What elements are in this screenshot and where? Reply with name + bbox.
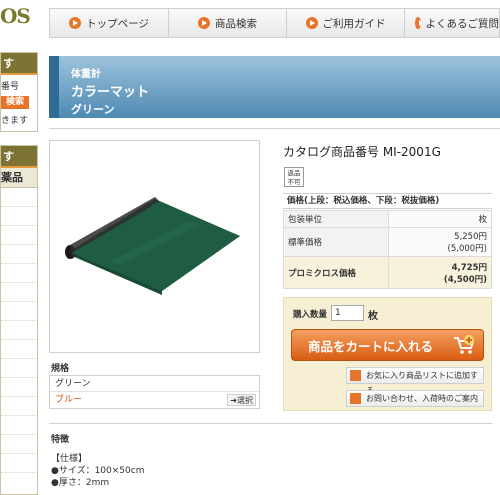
sidebar-category-item[interactable] [1,340,37,359]
nav-product-search[interactable]: 商品検索 [168,8,286,38]
sidebar-category-item[interactable] [1,359,37,378]
price-value-sub: (4,500円) [443,274,487,285]
site-logo[interactable]: OS [0,4,31,28]
quantity-label: 購入数量 [293,310,328,320]
no-return-badge: 返品 不可 [284,167,304,187]
green-mat-image [65,197,240,295]
inquiry-button[interactable]: お問い合わせ、入荷時のご案内 [346,390,484,407]
price-label: 包装単位 [283,210,389,228]
product-image[interactable] [49,140,260,353]
badge-line-2: 不可 [287,177,301,186]
nav-faq[interactable]: よくあるご質問 [404,8,500,38]
sidebar-search-box: す 番号 検索 きます [0,52,38,132]
add-favorite-button[interactable]: お気に入り商品リストに追加する [346,367,484,395]
sidebar-search-head: す [1,53,37,75]
select-button-label: 選択 [237,396,253,405]
product-name: カラーマット [71,85,150,100]
sidebar-category-head: す [1,146,37,168]
spec-label: 規格 [51,364,70,374]
sidebar-category-item[interactable] [1,321,37,340]
badge-line-1: 返品 [287,169,301,177]
price-label: 標準価格 [283,227,389,257]
nav-faq-label: よくあるご質問 [425,17,500,30]
global-nav: トップページ 商品検索 ご利用ガイド よくあるご質問 [49,8,500,38]
add-to-cart-button[interactable]: 商品をカートに入れる [291,329,484,361]
spec-option-blue-label: ブルー [55,395,83,405]
features-line: ●厚さ：2mm [51,478,110,488]
nav-usage-guide-label: ご利用ガイド [322,17,386,30]
features-list: 【仕様】 ●サイズ：100×50cm ●厚さ：2mm [51,453,144,489]
sidebar-category-item[interactable] [1,435,37,454]
add-to-cart-label: 商品をカートに入れる [308,338,434,354]
product-category: 体重計 [71,69,101,80]
sidebar-category-item[interactable] [1,226,37,245]
sidebar-search-text: 番号 [1,82,20,92]
nav-top-page[interactable]: トップページ [49,8,168,38]
features-line: ●サイズ：100×50cm [51,466,145,476]
quantity-input[interactable] [331,305,364,321]
price-header: 価格(上段：税込価格、下段：税抜価格) [283,193,492,209]
sidebar-category-item[interactable] [1,397,37,416]
table-row: 標準価格 5,250円 (5,000円) [283,227,492,257]
spec-options: グリーン ブルー ➜選択 [49,375,260,409]
sidebar-category-item[interactable] [1,454,37,473]
sidebar-category-item[interactable] [1,188,37,207]
catalog-number: カタログ商品番号 MI-2001G [283,145,441,159]
divider [49,128,500,129]
nav-top-page-label: トップページ [86,17,149,30]
sidebar-category-item[interactable] [1,207,37,226]
sidebar-category-item[interactable] [1,416,37,435]
divider [49,423,492,424]
price-value-main: 4,725円 [451,262,487,273]
quantity-unit: 枚 [368,311,378,322]
list-icon [350,370,361,381]
arrow-right-icon [198,17,210,29]
price-label: プロミクロス価格 [283,256,389,289]
sidebar-category-item[interactable] [1,302,37,321]
inquiry-label: お問い合わせ、入荷時のご案内 [366,394,478,403]
sidebar-category-item[interactable] [1,264,37,283]
sidebar-category-sub[interactable]: 薬品 [1,168,37,188]
features-title: 特徴 [51,435,70,445]
arrow-right-icon [415,17,424,29]
price-table: 包装単位 枚 標準価格 5,250円 (5,000円) プロミクロス価格 4,7… [283,210,492,289]
sidebar-search-button[interactable]: 検索 [1,96,29,109]
arrow-right-icon [69,17,82,29]
price-value-main: 枚 [478,215,487,225]
spec-option-green[interactable]: グリーン [50,376,259,392]
price-value: 4,725円 (4,500円) [388,256,492,289]
features-line: 【仕様】 [51,454,88,464]
mail-icon [350,393,361,404]
arrow-right-icon [305,17,318,29]
sidebar-category-item[interactable] [1,378,37,397]
spec-option-blue[interactable]: ブルー ➜選択 [50,392,259,408]
table-row: プロミクロス価格 4,725円 (4,500円) [283,256,492,289]
sidebar-search-note: きます [1,116,29,126]
table-row: 包装単位 枚 [283,210,492,228]
price-value: 5,250円 (5,000円) [388,227,492,257]
product-title-bar: 体重計 カラーマット グリーン [49,56,500,118]
nav-product-search-label: 商品検索 [215,17,257,30]
sidebar-category-item[interactable] [1,283,37,302]
nav-usage-guide[interactable]: ご利用ガイド [286,8,404,38]
price-value-sub: (5,000円) [447,244,487,254]
product-color: グリーン [71,103,115,116]
cart-icon [454,335,475,354]
sidebar-category-box: す 薬品 [0,145,38,495]
price-value-main: 5,250円 [454,232,487,242]
sidebar-category-item[interactable] [1,245,37,264]
cart-box: 購入数量 枚 商品をカートに入れる お気に入り商品リストに追加する お問い合わせ… [283,297,492,411]
price-value: 枚 [388,210,492,228]
select-button[interactable]: ➜選択 [227,394,256,406]
